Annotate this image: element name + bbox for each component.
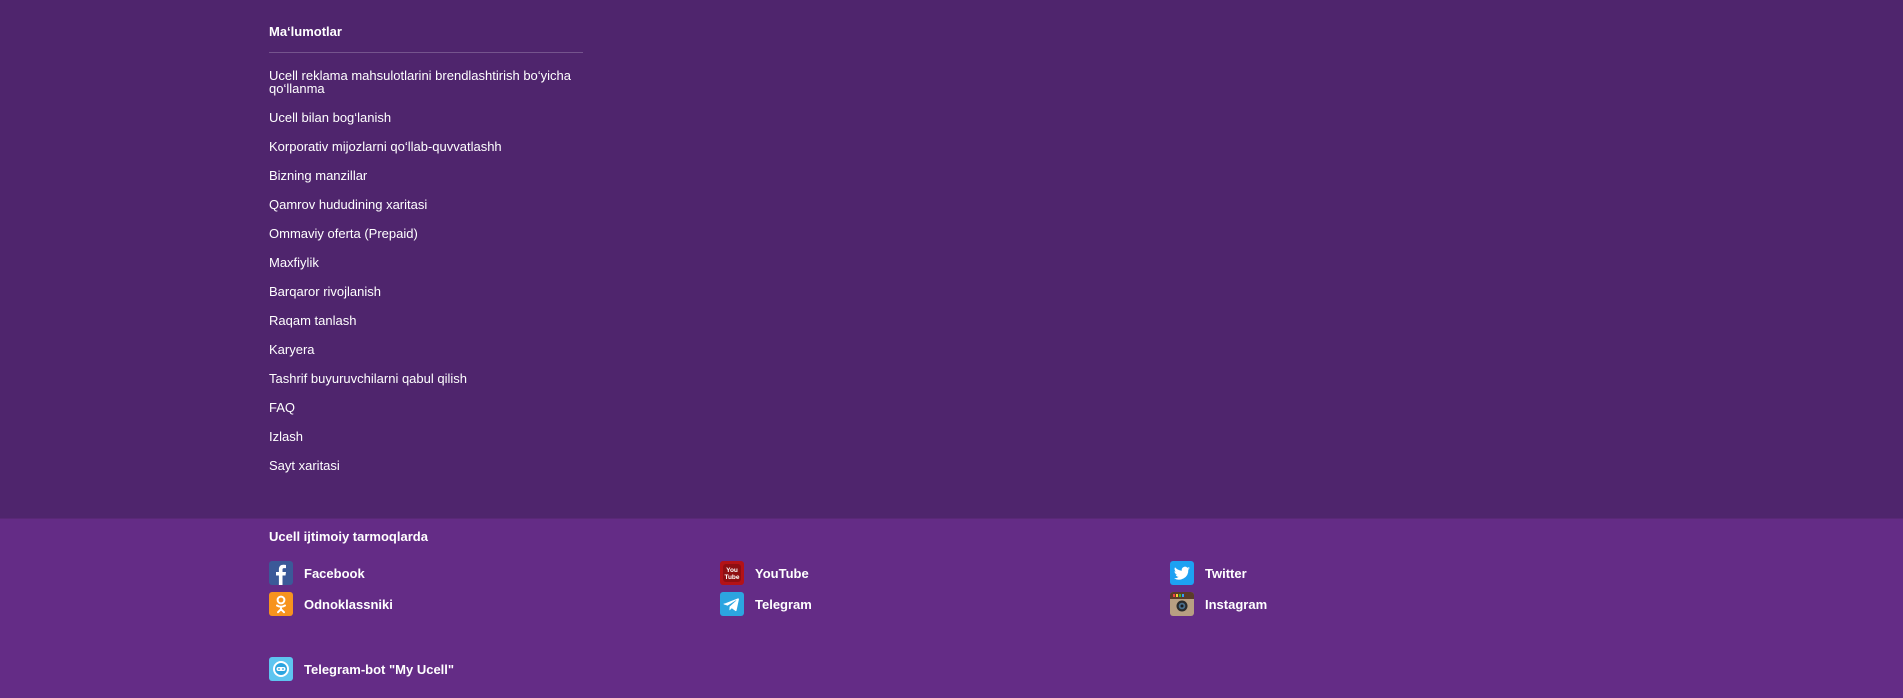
link-public-offer[interactable]: Ommaviy oferta (Prepaid) — [269, 227, 584, 241]
telegram-bot-icon — [269, 657, 293, 681]
telegram-icon — [720, 592, 744, 616]
social-label-odnoklassniki: Odnoklassniki — [304, 596, 393, 612]
social-link-facebook[interactable]: Facebook — [269, 561, 365, 585]
instagram-icon — [1170, 592, 1194, 616]
list-item: Karyera — [269, 343, 584, 357]
list-item: Tashrif buyuruvchilarni qabul qilish — [269, 372, 584, 386]
list-item: Izlash — [269, 430, 584, 444]
link-faq[interactable]: FAQ — [269, 401, 584, 415]
link-visitor-reception[interactable]: Tashrif buyuruvchilarni qabul qilish — [269, 372, 584, 386]
social-label-telegram: Telegram — [755, 596, 812, 612]
list-item: Bizning manzillar — [269, 169, 584, 183]
social-link-telegram[interactable]: Telegram — [720, 592, 812, 616]
social-title: Ucell ijtimoiy tarmoqlarda — [269, 529, 428, 544]
list-item: Barqaror rivojlanish — [269, 285, 584, 299]
info-divider — [269, 52, 583, 53]
svg-text:Tube: Tube — [724, 574, 739, 581]
social-label-youtube: YouTube — [755, 565, 809, 581]
link-privacy[interactable]: Maxfiylik — [269, 256, 584, 270]
link-branding-guide[interactable]: Ucell reklama mahsulotlarini brendlashti… — [269, 69, 584, 95]
social-label-twitter: Twitter — [1205, 565, 1247, 581]
link-coverage-map[interactable]: Qamrov hududining xaritasi — [269, 198, 584, 212]
list-item: Korporativ mijozlarni qo‘llab-quvvatlash… — [269, 140, 584, 154]
list-item: FAQ — [269, 401, 584, 415]
social-section: Ucell ijtimoiy tarmoqlarda Facebook You T… — [0, 518, 1903, 698]
social-link-instagram[interactable]: Instagram — [1170, 592, 1267, 616]
list-item: Ucell bilan bog‘lanish — [269, 111, 584, 125]
link-search[interactable]: Izlash — [269, 430, 584, 444]
link-contact[interactable]: Ucell bilan bog‘lanish — [269, 111, 584, 125]
info-section: Ma‘lumotlar Ucell reklama mahsulotlarini… — [0, 0, 1903, 518]
list-item: Qamrov hududining xaritasi — [269, 198, 584, 212]
list-item: Maxfiylik — [269, 256, 584, 270]
facebook-icon — [269, 561, 293, 585]
social-label-telegram-bot: Telegram-bot "My Ucell" — [304, 661, 455, 677]
info-title: Ma‘lumotlar — [269, 24, 342, 39]
social-label-facebook: Facebook — [304, 565, 365, 581]
twitter-icon — [1170, 561, 1194, 585]
list-item: Sayt xaritasi — [269, 459, 584, 473]
link-sustainability[interactable]: Barqaror rivojlanish — [269, 285, 584, 299]
social-link-telegram-bot[interactable]: Telegram-bot "My Ucell" — [269, 657, 454, 681]
social-link-odnoklassniki[interactable]: Odnoklassniki — [269, 592, 393, 616]
link-sitemap[interactable]: Sayt xaritasi — [269, 459, 584, 473]
link-number-selection[interactable]: Raqam tanlash — [269, 314, 584, 328]
link-corporate-support[interactable]: Korporativ mijozlarni qo‘llab-quvvatlash… — [269, 140, 584, 154]
youtube-icon: You Tube — [720, 561, 744, 585]
odnoklassniki-icon — [269, 592, 293, 616]
link-career[interactable]: Karyera — [269, 343, 584, 357]
list-item: Raqam tanlash — [269, 314, 584, 328]
social-link-twitter[interactable]: Twitter — [1170, 561, 1247, 585]
social-label-instagram: Instagram — [1205, 596, 1268, 612]
info-links-list: Ucell reklama mahsulotlarini brendlashti… — [269, 69, 584, 489]
list-item: Ommaviy oferta (Prepaid) — [269, 227, 584, 241]
svg-text:You: You — [726, 567, 738, 574]
list-item: Ucell reklama mahsulotlarini brendlashti… — [269, 69, 584, 95]
social-link-youtube[interactable]: You Tube YouTube — [720, 561, 809, 585]
link-our-addresses[interactable]: Bizning manzillar — [269, 169, 584, 183]
